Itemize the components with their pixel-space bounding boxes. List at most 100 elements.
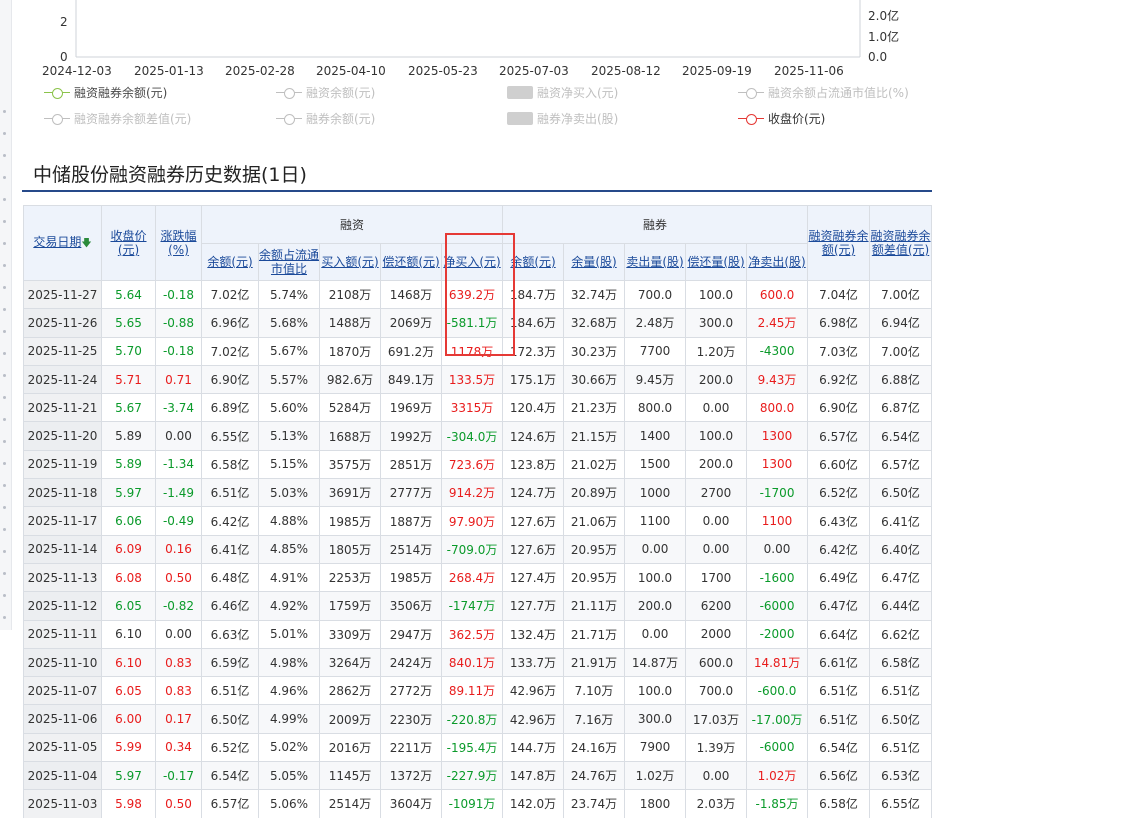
cell-short-repay: 600.0 — [685, 647, 748, 678]
cell-short-net-sell: 1300 — [746, 449, 809, 480]
group-header-margin: 融资 — [200, 205, 504, 244]
cell-date: 2025-11-20 — [23, 421, 102, 451]
legend-margin-net-buy[interactable]: 融资净买入(元) — [507, 84, 618, 101]
cell-short-repay: 200.0 — [685, 449, 748, 480]
cell-margin-repay: 2851万 — [380, 449, 442, 480]
cell-margin-net-buy: 89.11万 — [440, 676, 504, 706]
cell-short-repay: 2000 — [685, 619, 748, 649]
x-tick: 2025-07-03 — [499, 64, 569, 78]
cell-date: 2025-11-27 — [23, 279, 102, 310]
legend-bar-marker-icon — [507, 112, 533, 125]
cell-margin-repay: 2230万 — [380, 704, 442, 734]
cell-close: 5.64 — [101, 279, 156, 310]
cell-change: -3.74 — [155, 393, 202, 423]
cell-short-volume: 24.76万 — [563, 761, 626, 791]
cell-short-repay: 0.00 — [685, 506, 748, 536]
cell-short-repay: 1.39万 — [685, 732, 748, 763]
col-header-date[interactable]: 交易日期🡇 — [23, 205, 102, 281]
cell-change: 0.83 — [155, 676, 202, 706]
cell-margin-ratio: 4.99% — [258, 704, 320, 734]
cell-short-repay: 1.20万 — [685, 336, 748, 366]
legend-margin-total[interactable]: 融资融券余额(元) — [44, 84, 167, 101]
legend-margin-balance[interactable]: 融资余额(元) — [276, 84, 375, 101]
cell-change: 0.00 — [155, 619, 202, 649]
sidebar-dot — [3, 528, 6, 531]
col-header-margin-ratio[interactable]: 余额占流通市值比 — [258, 243, 320, 281]
cell-margin-net-buy: -1747万 — [440, 591, 504, 621]
cell-short-volume: 21.15万 — [563, 421, 626, 451]
cell-short-sell: 1400 — [624, 421, 687, 451]
cell-margin-balance: 6.90亿 — [201, 364, 259, 395]
col-header-change[interactable]: 涨跌幅(%) — [155, 205, 202, 281]
cell-short-sell: 200.0 — [624, 591, 687, 621]
legend-label: 融券净卖出(股) — [537, 112, 619, 126]
col-header-close[interactable]: 收盘价(元) — [101, 205, 156, 281]
col-header-margin-net-buy[interactable]: 净买入(元) — [440, 243, 504, 281]
table-row: 2025-11-04 5.97 -0.17 6.54亿 5.05% 1145万 1372万 -… — [23, 761, 933, 791]
cell-margin-net-buy: 97.90万 — [440, 506, 504, 536]
col-header-balance-diff[interactable]: 融资融券余额差值(元) — [869, 205, 933, 281]
col-header-short-volume[interactable]: 余量(股) — [563, 243, 626, 281]
sidebar-dot — [3, 374, 6, 377]
cell-total-balance: 6.60亿 — [807, 449, 871, 480]
cell-margin-ratio: 4.92% — [258, 591, 320, 621]
cell-short-balance: 124.7万 — [502, 478, 565, 508]
cell-margin-ratio: 5.60% — [258, 393, 320, 423]
legend-short-balance[interactable]: 融券余额(元) — [276, 110, 375, 127]
sidebar-dot — [3, 154, 6, 157]
legend-close-price[interactable]: 收盘价(元) — [738, 110, 825, 127]
x-tick: 2025-08-12 — [591, 64, 661, 78]
cell-short-sell: 1.02万 — [624, 761, 687, 791]
cell-short-net-sell: -6000 — [746, 732, 809, 763]
cell-margin-balance: 6.96亿 — [201, 308, 259, 338]
cell-margin-balance: 6.63亿 — [201, 619, 259, 649]
col-header-margin-repay[interactable]: 偿还额(元) — [380, 243, 442, 281]
cell-short-repay: 0.00 — [685, 761, 748, 791]
legend-line-marker-icon — [276, 113, 302, 125]
cell-margin-net-buy: -220.8万 — [440, 704, 504, 734]
legend-margin-ratio[interactable]: 融资余额占流通市值比(%) — [738, 84, 909, 101]
legend-short-net-sell[interactable]: 融券净卖出(股) — [507, 110, 618, 127]
col-header-short-net-sell[interactable]: 净卖出(股) — [746, 243, 809, 281]
cell-total-balance: 6.52亿 — [807, 478, 871, 508]
cell-short-volume: 21.06万 — [563, 506, 626, 536]
legend-balance-diff[interactable]: 融资融券余额差值(元) — [44, 110, 191, 127]
col-header-short-balance[interactable]: 余额(元) — [502, 243, 565, 281]
cell-margin-ratio: 5.01% — [258, 619, 320, 649]
x-tick: 2025-11-06 — [774, 64, 844, 78]
cell-short-sell: 7700 — [624, 336, 687, 366]
cell-short-volume: 32.68万 — [563, 308, 626, 338]
cell-margin-repay: 1969万 — [380, 393, 442, 423]
sidebar-dot — [3, 330, 6, 333]
legend-label: 融券余额(元) — [306, 112, 376, 126]
cell-balance-diff: 6.50亿 — [869, 478, 933, 508]
cell-total-balance: 6.58亿 — [807, 789, 871, 818]
col-header-margin-buy[interactable]: 买入额(元) — [319, 243, 381, 281]
margin-history-table-wrapper: 交易日期🡇 收盘价(元) 涨跌幅(%) 融资 融券 融资融券余额(元) 融资融券… — [23, 205, 933, 818]
cell-date: 2025-11-04 — [23, 761, 102, 791]
cell-change: -0.82 — [155, 591, 202, 621]
cell-margin-net-buy: -709.0万 — [440, 534, 504, 564]
cell-margin-ratio: 5.02% — [258, 732, 320, 763]
cell-close: 5.70 — [101, 336, 156, 366]
cell-change: 0.17 — [155, 704, 202, 734]
cell-total-balance: 6.49亿 — [807, 562, 871, 593]
col-header-total-balance[interactable]: 融资融券余额(元) — [807, 205, 871, 281]
col-header-short-repay[interactable]: 偿还量(股) — [685, 243, 748, 281]
page-root: 2 0 2.0亿 1.0亿 0.0 2024-12-03 2025-01-13 … — [0, 0, 1132, 818]
cell-margin-balance: 6.89亿 — [201, 393, 259, 423]
cell-total-balance: 7.04亿 — [807, 279, 871, 310]
cell-margin-net-buy: -227.9万 — [440, 761, 504, 791]
cell-margin-net-buy: 840.1万 — [440, 647, 504, 678]
cell-short-net-sell: 1300 — [746, 421, 809, 451]
cell-short-net-sell: 600.0 — [746, 279, 809, 310]
col-header-margin-balance[interactable]: 余额(元) — [201, 243, 259, 281]
col-header-short-sell[interactable]: 卖出量(股) — [624, 243, 687, 281]
cell-short-balance: 133.7万 — [502, 647, 565, 678]
cell-short-volume: 23.74万 — [563, 789, 626, 818]
cell-margin-repay: 1985万 — [380, 562, 442, 593]
group-header-short: 融券 — [502, 205, 809, 244]
cell-short-volume: 21.71万 — [563, 619, 626, 649]
sidebar-dot — [3, 220, 6, 223]
x-tick: 2025-04-10 — [316, 64, 386, 78]
